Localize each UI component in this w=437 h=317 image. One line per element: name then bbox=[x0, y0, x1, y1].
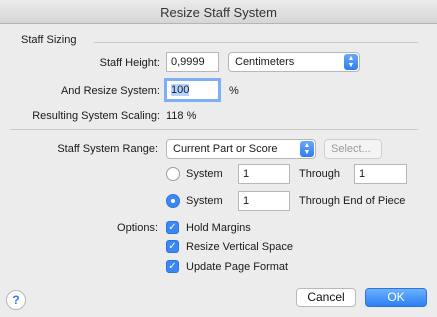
resulting-scaling-label: Resulting System Scaling: bbox=[32, 110, 160, 122]
through-label: Through bbox=[299, 168, 340, 180]
section-divider bbox=[10, 129, 418, 130]
staff-height-label: Staff Height: bbox=[99, 57, 160, 69]
range-select[interactable]: Current Part or Score ▲ ▼ bbox=[166, 139, 316, 159]
system-start-input[interactable]: 1 bbox=[238, 191, 290, 211]
checkmark-icon: ✓ bbox=[168, 241, 177, 252]
unit-select[interactable]: Centimeters ▲ ▼ bbox=[228, 52, 360, 72]
select-arrows-icon: ▲ ▼ bbox=[344, 54, 358, 70]
system-to-input[interactable]: 1 bbox=[354, 164, 407, 184]
window-title: Resize Staff System bbox=[160, 5, 277, 20]
unit-select-value: Centimeters bbox=[235, 56, 295, 68]
range-select-value: Current Part or Score bbox=[173, 143, 278, 155]
checkmark-icon: ✓ bbox=[168, 222, 177, 233]
section-divider bbox=[94, 42, 418, 43]
hold-margins-label: Hold Margins bbox=[186, 222, 251, 234]
staff-height-input[interactable]: 0,9999 bbox=[166, 52, 219, 72]
cancel-button[interactable]: Cancel bbox=[296, 288, 356, 307]
resize-system-input[interactable]: 100 bbox=[164, 78, 221, 102]
resize-system-value: 100 bbox=[171, 84, 190, 96]
resize-system-label: And Resize System: bbox=[60, 85, 160, 97]
percent-label: % bbox=[229, 85, 239, 97]
system-to-end-radio[interactable] bbox=[166, 194, 180, 208]
update-page-label: Update Page Format bbox=[186, 261, 289, 273]
update-page-checkbox[interactable]: ✓ bbox=[166, 260, 179, 273]
ok-button[interactable]: OK bbox=[365, 288, 427, 307]
select-arrows-icon: ▲ ▼ bbox=[300, 141, 314, 157]
options-label: Options: bbox=[117, 222, 158, 234]
select-range-button[interactable]: Select... bbox=[324, 139, 382, 159]
range-label: Staff System Range: bbox=[57, 143, 158, 155]
system-range-radio[interactable] bbox=[166, 167, 180, 181]
checkmark-icon: ✓ bbox=[168, 261, 177, 272]
through-end-label: Through End of Piece bbox=[299, 195, 406, 207]
system-to-end-label: System bbox=[186, 195, 223, 207]
system-range-label: System bbox=[186, 168, 223, 180]
system-from-input[interactable]: 1 bbox=[238, 164, 290, 184]
hold-margins-checkbox[interactable]: ✓ bbox=[166, 221, 179, 234]
resize-vertical-checkbox[interactable]: ✓ bbox=[166, 240, 179, 253]
resize-vertical-label: Resize Vertical Space bbox=[186, 241, 293, 253]
staff-sizing-heading: Staff Sizing bbox=[21, 34, 77, 46]
resulting-scaling-value: 118 % bbox=[166, 110, 197, 122]
help-button[interactable]: ? bbox=[6, 290, 26, 310]
